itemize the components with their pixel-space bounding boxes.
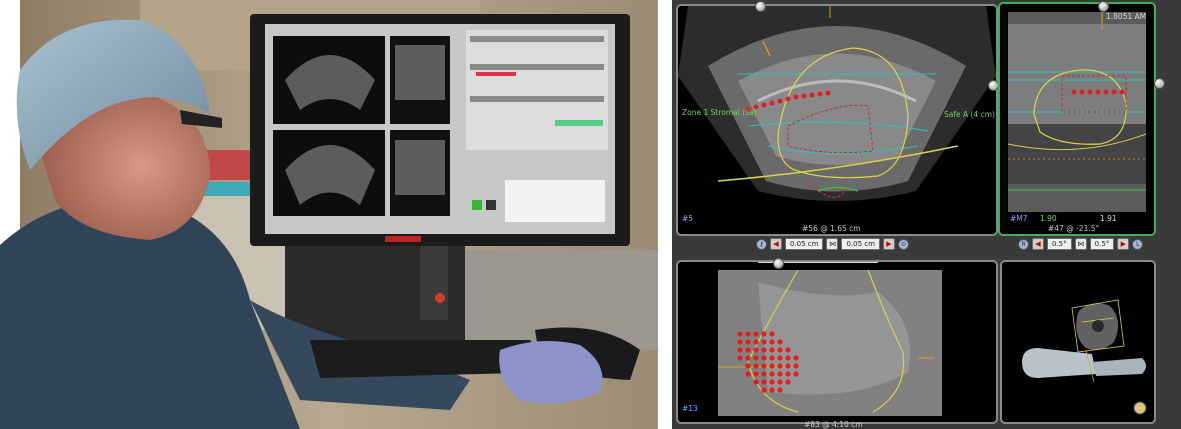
coronal-ultrasound-image xyxy=(718,262,942,416)
coronal-corner-id: #13 xyxy=(682,404,698,413)
monitor-pause-icon xyxy=(486,200,496,210)
panel-red-meter xyxy=(476,72,516,76)
sagittal-step-controls: R ◀ 0.5° ⋈ 0.5° ▶ L xyxy=(1018,238,1144,250)
sagittal-side-handle[interactable] xyxy=(1154,78,1165,89)
panel-bar-1 xyxy=(470,36,604,42)
orientation-icon[interactable]: ⊙ xyxy=(897,238,909,250)
zone-left-label: Zone 1 Stromal (sa) xyxy=(682,108,757,117)
zone-right-label: Safe A (4 cm) xyxy=(944,110,995,119)
axial-view-pane[interactable]: Zone 1 Stromal (sa) Safe A (4 cm) #5 xyxy=(676,4,998,236)
monitor-label-strip xyxy=(385,236,421,242)
emergency-button xyxy=(435,293,445,303)
sagittal-reading-right: 1.91 xyxy=(1100,214,1117,223)
lock-icon[interactable]: ⚷ xyxy=(756,238,767,250)
step-forward-icon[interactable]: ▶ xyxy=(1117,238,1130,250)
operator-scene xyxy=(0,0,658,429)
panel-green-meter xyxy=(555,120,603,126)
imaging-software: Zone 1 Stromal (sa) Safe A (4 cm) #5 #56… xyxy=(672,0,1181,429)
coronal-slider-handle[interactable] xyxy=(773,258,784,269)
monitor-controls xyxy=(466,160,502,220)
axial-step-left-field[interactable]: 0.05 cm xyxy=(785,238,824,250)
sagittal-step-right-field[interactable]: 0.5° xyxy=(1089,238,1115,250)
sagittal-ultrasound-image xyxy=(1007,12,1147,212)
axial-corner-id: #5 xyxy=(682,214,694,223)
axial-ultrasound-image xyxy=(678,6,996,201)
link-icon[interactable]: ⋈ xyxy=(826,238,839,250)
rotate-icon[interactable]: R xyxy=(1018,238,1029,250)
sagittal-corner-id: #M7 xyxy=(1010,214,1028,223)
monitor-view-4-image xyxy=(395,140,445,195)
operator-photo xyxy=(0,0,658,429)
sagittal-slider-handle[interactable] xyxy=(1098,1,1109,12)
sagittal-step-left-field[interactable]: 0.5° xyxy=(1047,238,1072,250)
panel-bar-3 xyxy=(470,96,604,102)
lateral-icon[interactable]: L xyxy=(1132,238,1144,250)
monitor-play-icon xyxy=(472,200,482,210)
sagittal-top-label: 1.8051 AM xyxy=(1106,12,1147,21)
monitor-stand xyxy=(420,240,448,320)
axial-step-right-field[interactable]: 0.05 cm xyxy=(841,238,880,250)
sagittal-view-pane[interactable]: 1.8051 AM #M7 1.90 1.91 xyxy=(998,2,1156,236)
sagittal-caption: #47 @ -21.5° xyxy=(1048,224,1100,233)
step-back-icon[interactable]: ◀ xyxy=(1032,238,1044,250)
sagittal-reading-left: 1.90 xyxy=(1040,214,1057,223)
axial-slider-handle[interactable] xyxy=(755,1,766,12)
model-3d-pane[interactable] xyxy=(1000,260,1156,424)
monitor-plot xyxy=(505,180,605,222)
panel-bar-2 xyxy=(470,64,604,70)
step-forward-icon[interactable]: ▶ xyxy=(882,238,895,250)
axial-step-controls: ⚷ ◀ 0.05 cm ⋈ 0.05 cm ▶ ⊙ xyxy=(756,238,909,250)
monitor-side-panel xyxy=(466,30,608,150)
coronal-caption: #83 @ 4.10 cm xyxy=(804,420,863,429)
monitor-view-2-image xyxy=(395,45,445,100)
link-icon[interactable]: ⋈ xyxy=(1074,238,1087,250)
step-back-icon[interactable]: ◀ xyxy=(770,238,782,250)
coronal-view-pane[interactable]: #13 xyxy=(676,260,998,424)
gloved-hand xyxy=(499,341,603,404)
model-3d-render xyxy=(1022,299,1147,415)
axial-caption: #56 @ 1.65 cm xyxy=(802,224,861,233)
